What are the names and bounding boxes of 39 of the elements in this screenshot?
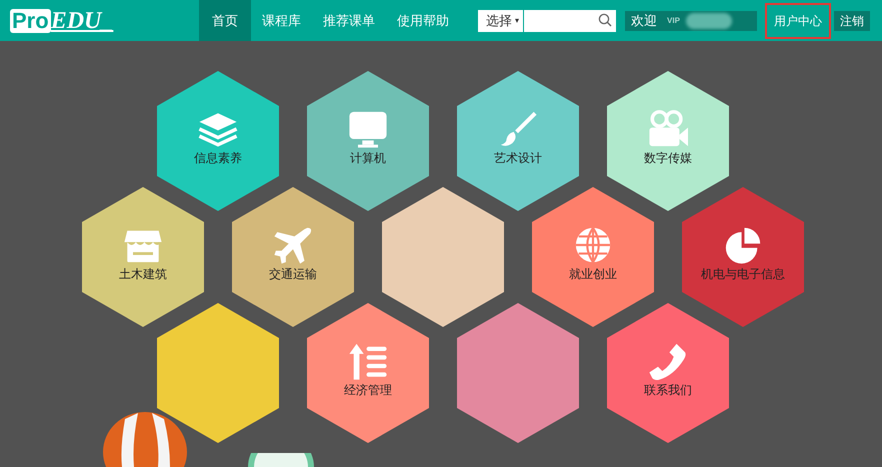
tile-label: 交通运输 [268,266,318,283]
tile-label: 就业创业 [568,266,618,283]
logo-text: EDU_ [50,8,114,32]
logo-mark: Pro [10,8,51,32]
category-tile[interactable]: 经济管理 [307,303,429,443]
header-link[interactable]: 注销 [834,10,870,30]
category-tile[interactable]: 联系我们 [607,303,729,443]
tile-label: 土木建筑 [118,266,168,283]
tile-label: 计算机 [349,150,387,167]
tile-label: 数字传媒 [643,150,693,167]
nav-tab[interactable]: 首页 [199,0,251,41]
category-tile[interactable]: 艺术设计 [457,71,579,211]
tile-icon [573,225,613,265]
vip-label: VIP [667,16,680,25]
search-field[interactable] [524,10,616,32]
tile-icon [498,109,538,149]
category-tile[interactable]: 土木建筑 [82,187,204,327]
tile-label: 艺术设计 [493,150,543,167]
blurred-username [686,12,732,28]
search-icon[interactable] [598,12,612,26]
category-tile[interactable]: 机电与电子信息 [682,187,804,327]
welcome-text: 欢迎 [631,12,658,30]
tile-icon [723,225,763,265]
category-tile[interactable]: 计算机 [307,71,429,211]
tile-label: 联系我们 [643,382,693,399]
tile-label: 信息素养 [193,150,243,167]
tile-icon [273,225,313,265]
category-tile[interactable]: 交通运输 [232,187,354,327]
tile-icon [648,341,688,381]
tile-icon [348,109,388,149]
tile-label: 经济管理 [343,382,393,399]
category-select[interactable]: 选择 ▾ [478,10,524,32]
tile-icon [648,109,688,149]
category-tile[interactable]: 就业创业 [532,187,654,327]
tile-label: 机电与电子信息 [700,266,786,283]
category-tile[interactable]: 数字传媒 [607,71,729,211]
category-tile[interactable]: 信息素养 [157,71,279,211]
circle-drawing [246,453,316,467]
tile-icon [348,341,388,381]
